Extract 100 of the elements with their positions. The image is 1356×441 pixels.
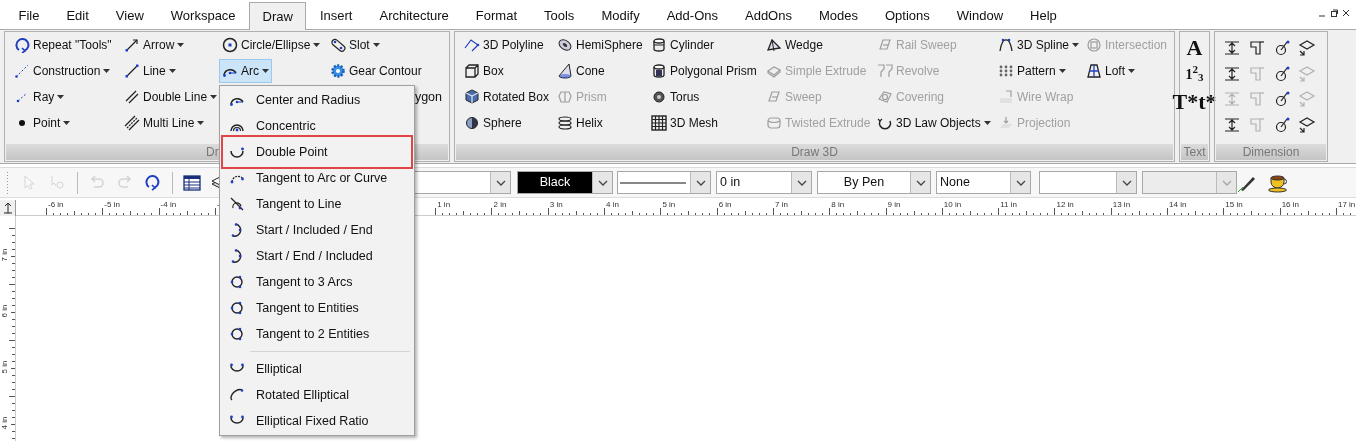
ribbon-button[interactable]: 3D Polyline xyxy=(461,33,547,57)
ribbon-button[interactable]: Circle/Ellipse xyxy=(219,33,324,57)
menu-item[interactable]: Rotated Elliptical xyxy=(220,382,414,408)
menu-item[interactable]: Start / Included / End xyxy=(220,217,414,243)
dimension-icon[interactable] xyxy=(1297,116,1316,135)
caret-icon xyxy=(197,121,205,125)
ribbon-button[interactable]: Cone xyxy=(554,59,608,83)
menu-item[interactable]: Tangent to 3 Arcs xyxy=(220,269,414,295)
caret-icon xyxy=(313,43,321,47)
ribbon-button[interactable]: Polygonal Prism xyxy=(648,59,760,83)
ruler-ticks xyxy=(941,208,992,215)
ribbon-button[interactable]: Rotated Box xyxy=(461,85,553,109)
menu-item[interactable]: Draw xyxy=(249,2,307,30)
dimension-icon[interactable] xyxy=(1297,38,1316,57)
menu-item[interactable]: Elliptical xyxy=(220,356,414,382)
dimension-icon[interactable] xyxy=(1223,38,1242,57)
menu-item[interactable]: Insert xyxy=(306,2,366,29)
ruler-ticks xyxy=(9,340,15,390)
ruler-ticks xyxy=(1223,208,1274,215)
menu-item[interactable]: Window xyxy=(943,2,1017,29)
menu-item[interactable]: Tangent to Line xyxy=(220,191,414,217)
caret-icon xyxy=(210,95,218,99)
ruler-ticks xyxy=(9,228,15,278)
text-tool-button[interactable]: A xyxy=(1186,35,1203,60)
teacup-icon[interactable] xyxy=(1267,172,1289,193)
menu-item[interactable]: Center and Radius xyxy=(220,87,414,113)
dropdown-field[interactable] xyxy=(1039,171,1137,194)
ruler-label: 12 in xyxy=(1056,201,1074,209)
ribbon-button[interactable]: Gear Contour xyxy=(327,59,425,83)
ribbon-button[interactable]: Slot xyxy=(327,33,383,57)
dimension-icon[interactable] xyxy=(1223,64,1242,83)
text-tool-button[interactable]: T*t* xyxy=(1172,89,1217,114)
ribbon-button[interactable]: Pattern xyxy=(995,59,1069,83)
ribbon-button[interactable]: 3D Law Objects xyxy=(874,111,994,135)
ribbon-button[interactable]: 3D Spline xyxy=(995,33,1083,57)
ribbon-button[interactable]: Construction xyxy=(11,59,114,83)
menu-item[interactable]: Start / End / Included xyxy=(220,243,414,269)
circle-icon xyxy=(222,37,238,53)
ribbon-button[interactable]: 3D Mesh xyxy=(648,111,722,135)
line-icon xyxy=(124,63,140,79)
menu-item[interactable]: Workspace xyxy=(157,2,250,29)
dimension-icon[interactable] xyxy=(1223,116,1242,135)
ribbon-button[interactable]: Loft xyxy=(1083,59,1138,83)
menu-item[interactable]: Options xyxy=(871,2,944,29)
menu-item[interactable]: Edit xyxy=(52,2,103,29)
caret-icon xyxy=(983,121,991,125)
ribbon-button[interactable]: HemiSphere xyxy=(554,33,646,57)
slot-icon xyxy=(330,37,346,53)
panel-caption: Draw 3D xyxy=(791,144,838,161)
helix-icon xyxy=(557,115,573,131)
ribbon-button[interactable]: Point xyxy=(11,111,74,135)
prism-icon xyxy=(557,89,573,105)
ribbon-button[interactable]: Torus xyxy=(648,85,703,109)
menu-item[interactable]: Add-Ons xyxy=(653,2,732,29)
ribbon-button-label[interactable]: ygon xyxy=(414,87,442,107)
menu-item[interactable]: Help xyxy=(1016,2,1071,29)
menu-item[interactable]: Format xyxy=(462,2,531,29)
dropdown-field[interactable]: 0 in xyxy=(716,171,812,194)
grid-icon xyxy=(651,115,667,131)
ribbon-button[interactable]: Arc xyxy=(219,59,272,83)
menu-item[interactable]: Tangent to Entities xyxy=(220,295,414,321)
restore-icon[interactable] xyxy=(1330,9,1338,17)
menu-item[interactable]: Elliptical Fixed Ratio xyxy=(220,408,414,434)
ruler-label: 1 in xyxy=(437,201,451,209)
menu-item[interactable]: Double Point xyxy=(221,135,413,169)
ribbon-button[interactable]: Line xyxy=(121,59,179,83)
dropdown-field[interactable]: Black xyxy=(517,171,613,194)
menu-item[interactable]: View xyxy=(102,2,158,29)
ribbon-button[interactable]: Sphere xyxy=(461,111,525,135)
ribbon-button[interactable]: Repeat "Tools" xyxy=(11,33,115,57)
dropdown-field[interactable]: By Pen xyxy=(817,171,931,194)
covering-icon xyxy=(877,89,893,105)
ribbon-button[interactable]: Box xyxy=(461,59,507,83)
ribbon-button[interactable]: Arrow xyxy=(121,33,188,57)
menu-item[interactable]: Modes xyxy=(805,2,872,29)
ribbon-button[interactable]: Helix xyxy=(554,111,606,135)
dropdown-field[interactable] xyxy=(617,171,711,194)
menu-item[interactable]: AddOns xyxy=(731,2,806,29)
wire-wrap-icon xyxy=(998,89,1014,105)
caret-icon xyxy=(1072,43,1080,47)
ribbon-button[interactable]: Cylinder xyxy=(648,33,717,57)
menu-item[interactable]: Tangent to 2 Entities xyxy=(220,321,414,347)
dashed-line-icon xyxy=(14,63,30,79)
ribbon-button[interactable]: Wedge xyxy=(763,33,826,57)
close-icon[interactable] xyxy=(1342,9,1350,17)
ruler-ticks xyxy=(1054,208,1105,215)
ruler-label: -5 in xyxy=(104,201,120,209)
projection-icon xyxy=(998,115,1014,131)
ruler-label: -6 in xyxy=(48,201,64,209)
repeat-icon[interactable] xyxy=(144,173,162,192)
menu-item[interactable]: Tools xyxy=(530,2,588,29)
menu-item[interactable]: Architecture xyxy=(365,2,463,29)
menu-item[interactable]: Modify xyxy=(587,2,654,29)
dropdown-field[interactable]: None xyxy=(936,171,1031,194)
ruler-label: 4 in xyxy=(1,415,10,432)
ruler-label: 7 in xyxy=(1,247,10,264)
menu-item[interactable]: File xyxy=(5,2,53,29)
ribbon-button[interactable]: Multi Line xyxy=(121,111,208,135)
table-icon[interactable] xyxy=(183,173,201,192)
ribbon-button[interactable]: Ray xyxy=(11,85,68,109)
